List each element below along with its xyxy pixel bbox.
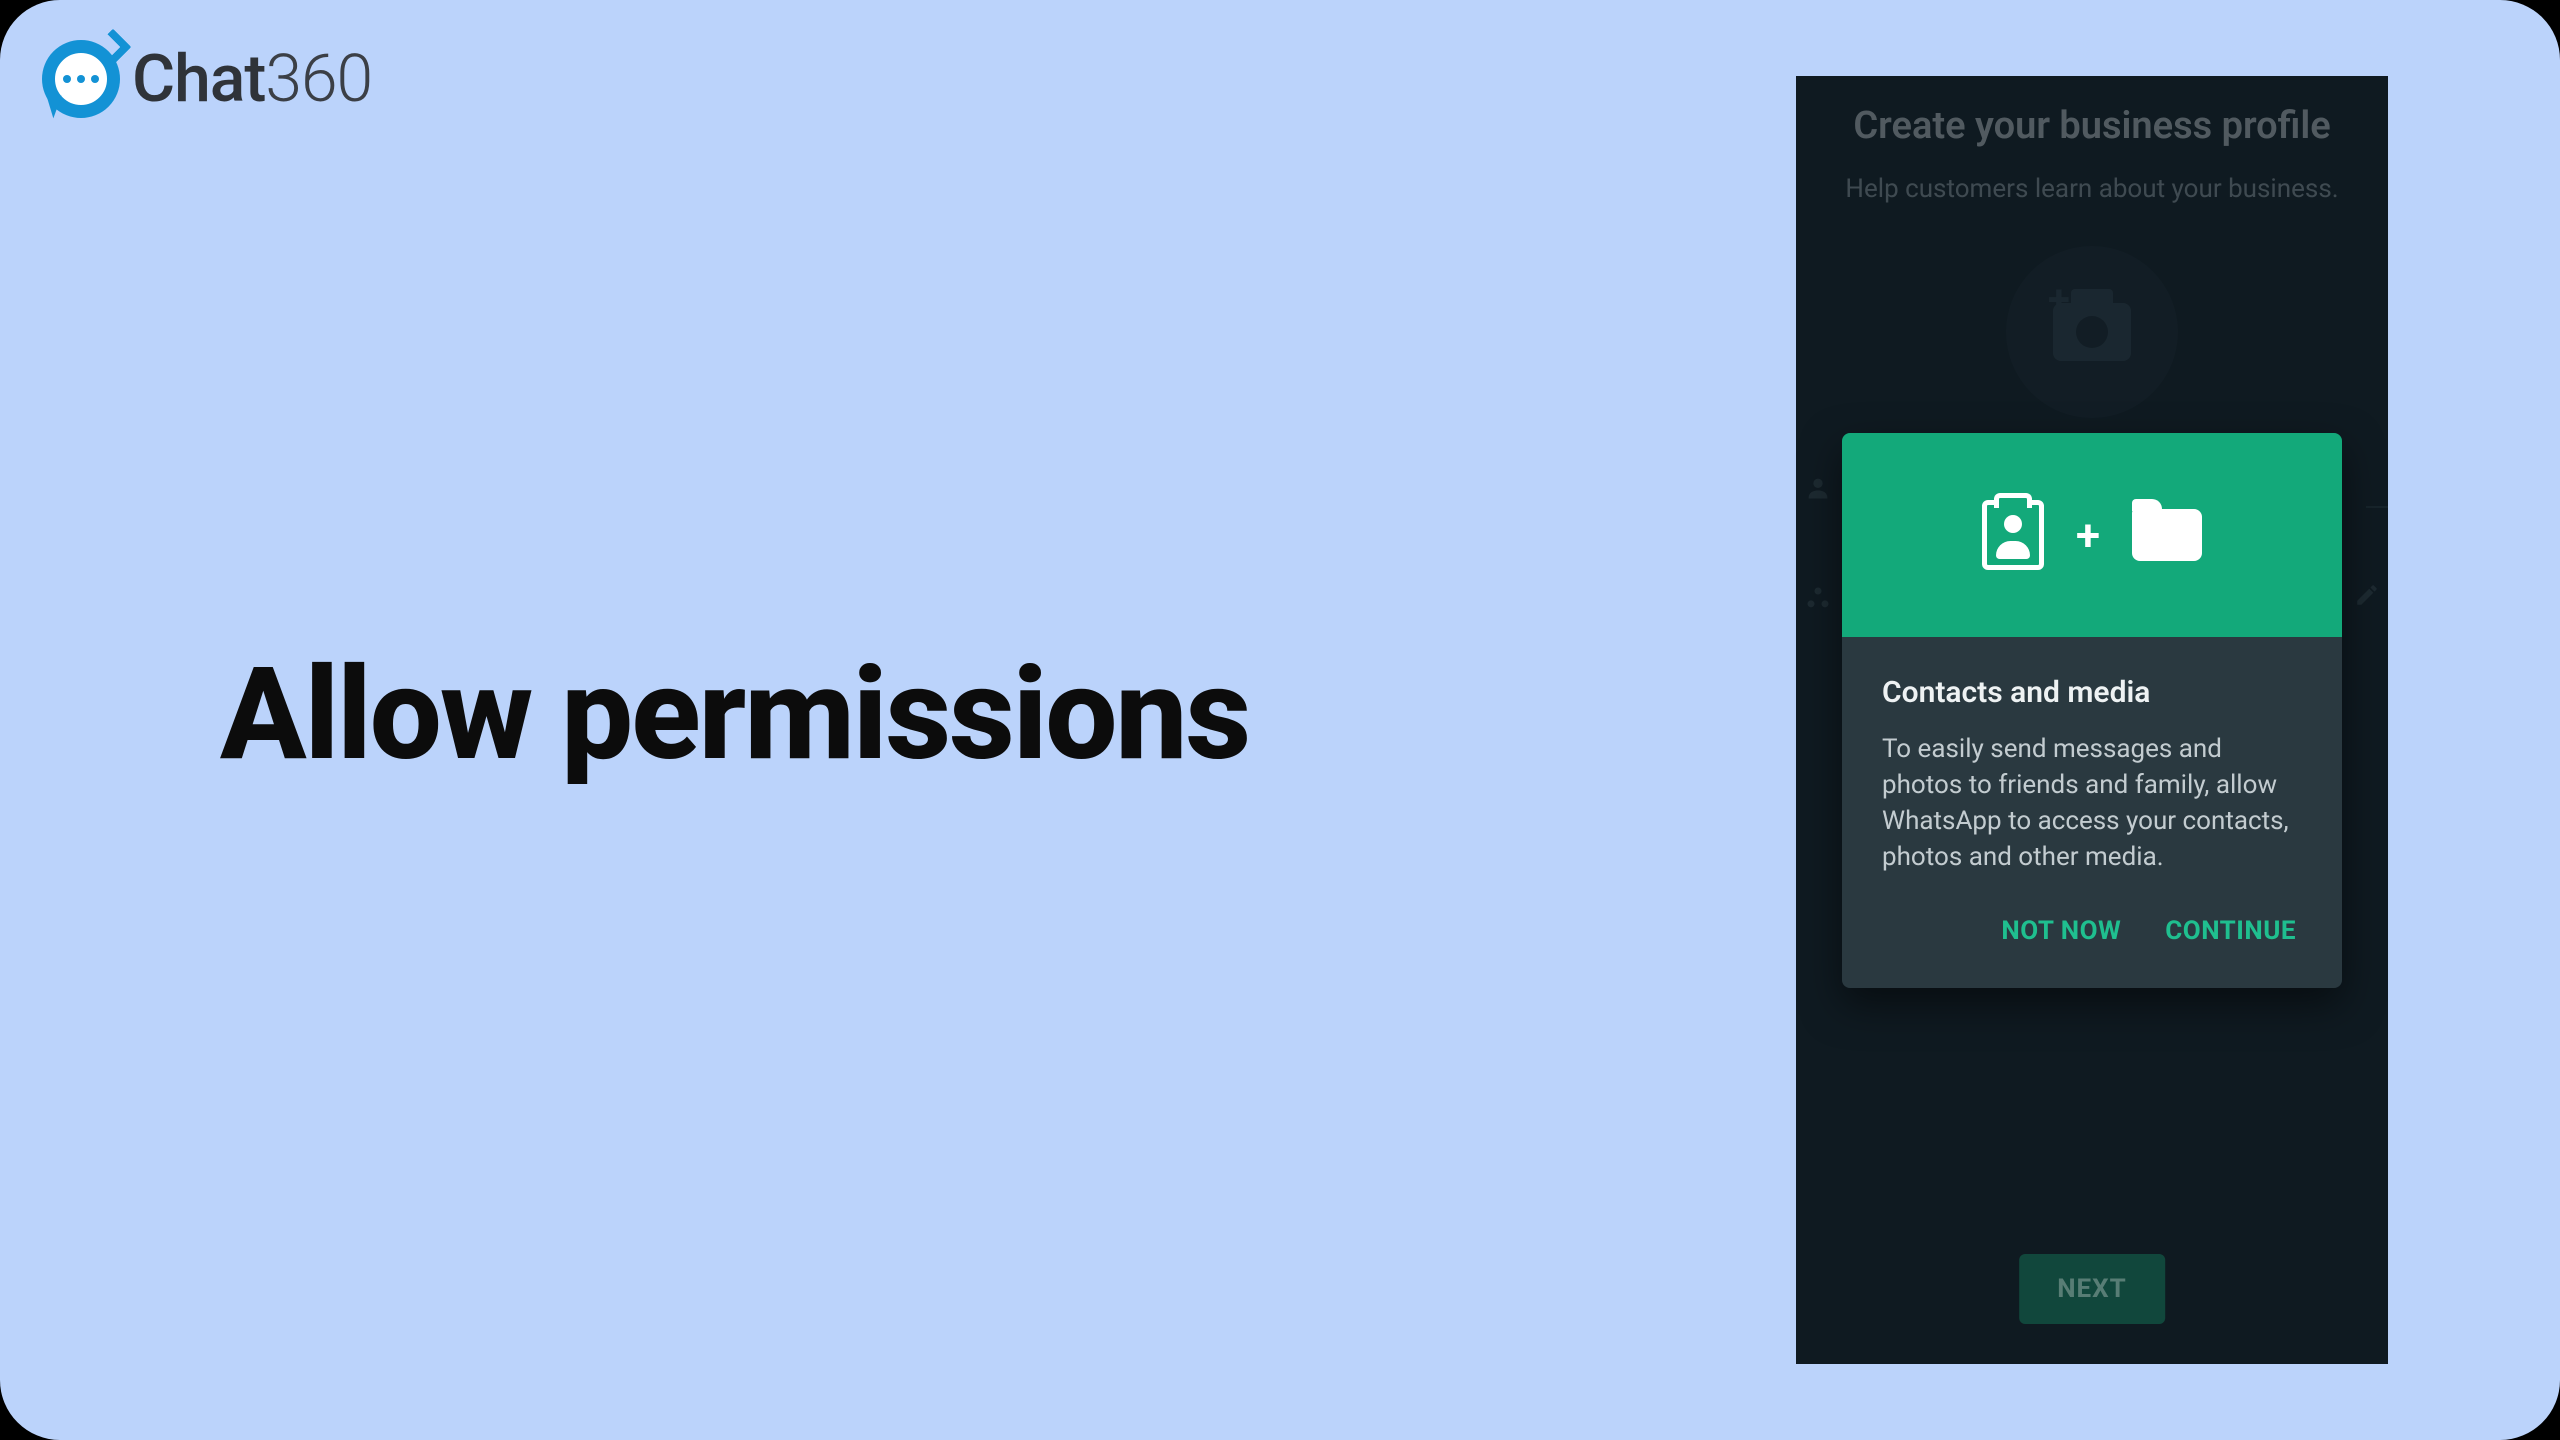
person-icon — [1804, 474, 1832, 510]
plus-icon: + — [2076, 509, 2100, 561]
phone-screenshot: Create your business profile Help custom… — [1796, 76, 2388, 1364]
slide: Chat360 Allow permissions Create your bu… — [0, 0, 2560, 1440]
brand-logo: Chat360 — [42, 40, 372, 118]
camera-icon — [2053, 303, 2131, 361]
profile-title: Create your business profile — [1796, 76, 2388, 148]
next-button[interactable]: NEXT — [2019, 1254, 2165, 1324]
folder-icon — [2132, 509, 2202, 561]
brand-text: Chat360 — [132, 41, 372, 118]
not-now-button[interactable]: NOT NOW — [2001, 916, 2121, 946]
dialog-body-text: To easily send messages and photos to fr… — [1882, 732, 2292, 876]
dialog-header: + — [1842, 433, 2342, 637]
dialog-title: Contacts and media — [1882, 675, 2302, 710]
brand-word-b: 360 — [265, 41, 372, 118]
add-photo-button[interactable]: + — [2006, 246, 2178, 418]
brand-word-a: Chat — [132, 41, 265, 118]
contacts-icon — [1982, 500, 2044, 570]
profile-subtitle: Help customers learn about your business… — [1796, 174, 2388, 204]
edit-icon — [2354, 582, 2380, 615]
category-icon — [1804, 584, 1832, 620]
permission-dialog: + Contacts and media To easily send mess… — [1842, 433, 2342, 988]
chat-bubble-icon — [42, 40, 120, 118]
continue-button[interactable]: CONTINUE — [2165, 916, 2296, 946]
background-screen: Create your business profile Help custom… — [1796, 76, 2388, 418]
slide-heading: Allow permissions — [220, 640, 1249, 790]
